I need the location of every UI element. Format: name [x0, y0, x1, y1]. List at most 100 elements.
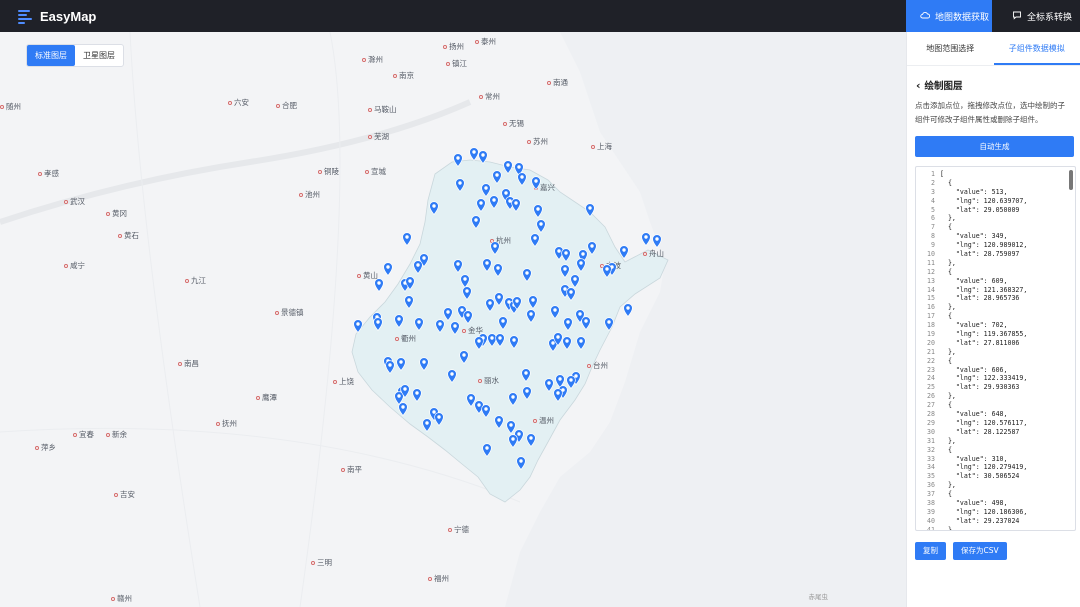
map-pin-icon[interactable] [623, 302, 633, 318]
map-pin-icon[interactable] [553, 387, 563, 403]
map-pin-icon[interactable] [522, 267, 532, 283]
map-pin-icon[interactable] [443, 306, 453, 322]
map-pin-icon[interactable] [394, 313, 404, 329]
map-pin-icon[interactable] [561, 247, 571, 263]
map-pin-icon[interactable] [528, 294, 538, 310]
json-editor[interactable]: 1[2 {3 "value": 513, 4 "lng": 120.639707,… [915, 166, 1076, 531]
map-pin-icon[interactable] [434, 411, 444, 427]
app-logo[interactable]: EasyMap [18, 8, 96, 24]
map-pin-icon[interactable] [453, 258, 463, 274]
map-pin-icon[interactable] [374, 277, 384, 293]
logo-icon [18, 8, 34, 24]
map-pin-icon[interactable] [489, 194, 499, 210]
map-pin-icon[interactable] [404, 294, 414, 310]
map-pin-icon[interactable] [508, 391, 518, 407]
map-pin-icon[interactable] [533, 203, 543, 219]
city-name: 孝感 [44, 169, 59, 178]
map-pin-icon[interactable] [522, 385, 532, 401]
map-pin-icon[interactable] [512, 295, 522, 311]
map-pin-icon[interactable] [511, 197, 521, 213]
map-pin-icon[interactable] [509, 334, 519, 350]
map-pin-icon[interactable] [516, 455, 526, 471]
map-pin-icon[interactable] [493, 262, 503, 278]
map-pin-icon[interactable] [463, 309, 473, 325]
nav-coord-convert[interactable]: 全标系转换 [1012, 0, 1080, 32]
map-pin-icon[interactable] [447, 368, 457, 384]
map-pin-icon[interactable] [353, 318, 363, 334]
line-number: 17 [927, 312, 935, 321]
map-pin-icon[interactable] [459, 349, 469, 365]
map-pin-icon[interactable] [474, 335, 484, 351]
map-pin-icon[interactable] [400, 383, 410, 399]
auto-generate-button[interactable]: 自动生成 [915, 136, 1074, 157]
map-pin-icon[interactable] [550, 304, 560, 320]
section-header[interactable]: ‹ 绘制图层 [916, 78, 1080, 93]
map-pin-icon[interactable] [526, 432, 536, 448]
map-pin-icon[interactable] [498, 315, 508, 331]
map-pin-icon[interactable] [492, 169, 502, 185]
map-pin-icon[interactable] [652, 233, 662, 249]
map-pin-icon[interactable] [521, 367, 531, 383]
save-csv-button[interactable]: 保存为CSV [953, 542, 1007, 560]
line-number: 6 [931, 214, 935, 223]
map-pin-icon[interactable] [570, 273, 580, 289]
map-pin-icon[interactable] [412, 387, 422, 403]
map-pin-icon[interactable] [560, 263, 570, 279]
map-pin-icon[interactable] [587, 240, 597, 256]
map-pin-icon[interactable] [405, 275, 415, 291]
nav-map-data[interactable]: 地图数据获取 [906, 0, 992, 32]
map-pin-icon[interactable] [455, 177, 465, 193]
editor-scrollbar[interactable] [1069, 170, 1073, 190]
map-pin-icon[interactable] [490, 240, 500, 256]
map-pin-icon[interactable] [396, 356, 406, 372]
map-pin-icon[interactable] [462, 285, 472, 301]
map-pin-icon[interactable] [531, 175, 541, 191]
map-pin-icon[interactable] [503, 159, 513, 175]
layer-standard-button[interactable]: 标准图层 [27, 45, 75, 66]
map-pin-icon[interactable] [619, 244, 629, 260]
tab-map-range[interactable]: 地图范围选择 [907, 32, 994, 65]
map-pin-icon[interactable] [402, 231, 412, 247]
map-pin-icon[interactable] [422, 417, 432, 433]
map-pin-icon[interactable] [526, 308, 536, 324]
map-pin-icon[interactable] [383, 261, 393, 277]
map-pin-icon[interactable] [508, 433, 518, 449]
map-pin-icon[interactable] [482, 442, 492, 458]
map-pin-icon[interactable] [476, 197, 486, 213]
map-pin-icon[interactable] [398, 401, 408, 417]
map-pin-icon[interactable] [482, 257, 492, 273]
map-pin-icon[interactable] [429, 200, 439, 216]
city-name: 九江 [191, 276, 206, 285]
map-pin-icon[interactable] [453, 152, 463, 168]
map-pin-icon[interactable] [413, 259, 423, 275]
map-pin-icon[interactable] [581, 315, 591, 331]
map-pin-icon[interactable] [494, 291, 504, 307]
map-pin-icon[interactable] [585, 202, 595, 218]
tab-component-data[interactable]: 子组件数据模拟 [993, 32, 1080, 65]
map-pin-icon[interactable] [419, 356, 429, 372]
map-pin-icon[interactable] [385, 359, 395, 375]
map-pin-icon[interactable] [562, 335, 572, 351]
map-pin-icon[interactable] [471, 214, 481, 230]
map-pin-icon[interactable] [604, 316, 614, 332]
map-pin-icon[interactable] [494, 414, 504, 430]
map-pin-icon[interactable] [481, 403, 491, 419]
map-pin-icon[interactable] [576, 257, 586, 273]
map-pin-icon[interactable] [450, 320, 460, 336]
layer-satellite-button[interactable]: 卫星图层 [75, 45, 123, 66]
copy-button[interactable]: 复制 [915, 542, 946, 560]
map-pin-icon[interactable] [563, 316, 573, 332]
map-pin-icon[interactable] [495, 332, 505, 348]
map-canvas[interactable]: 标准图层 卫星图层 扬州 泰州 滁州 南京 镇江 南通 常州 随州 六安 合肥 马鞍山 无锡 苏州 芜湖上… [0, 32, 906, 607]
map-pin-icon[interactable] [530, 232, 540, 248]
map-pin-icon[interactable] [536, 218, 546, 234]
map-pin-icon[interactable] [602, 263, 612, 279]
map-pin-icon[interactable] [414, 316, 424, 332]
map-pin-icon[interactable] [641, 231, 651, 247]
chevron-left-icon[interactable]: ‹ [916, 79, 921, 92]
map-pin-icon[interactable] [566, 286, 576, 302]
map-pin-icon[interactable] [373, 316, 383, 332]
map-pin-icon[interactable] [478, 149, 488, 165]
map-pin-icon[interactable] [576, 335, 586, 351]
map-pin-icon[interactable] [517, 171, 527, 187]
